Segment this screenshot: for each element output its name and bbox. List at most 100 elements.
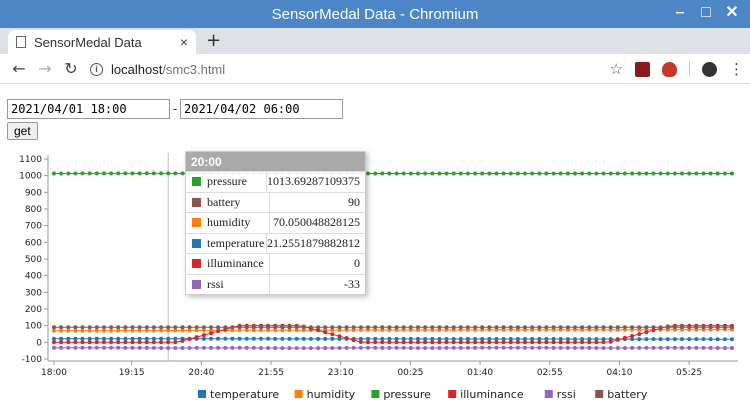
new-tab-button[interactable]: + [206, 30, 221, 51]
data-point [451, 345, 456, 350]
data-point [102, 340, 106, 345]
data-point [608, 325, 613, 330]
x-tick-label: 20:40 [188, 368, 214, 378]
tooltip-swatch [192, 218, 201, 228]
data-point [52, 171, 56, 176]
data-point [330, 325, 335, 330]
get-button[interactable]: get [7, 122, 38, 140]
data-point [102, 171, 106, 176]
reload-icon[interactable]: ↻ [58, 59, 84, 78]
data-point [59, 328, 64, 333]
data-point [316, 346, 321, 351]
data-point [501, 345, 506, 350]
legend-item-rssi[interactable]: rssi [544, 388, 576, 401]
data-point [273, 325, 278, 330]
data-point [194, 325, 199, 330]
data-point [166, 336, 171, 341]
profile-avatar-icon[interactable] [702, 61, 717, 77]
legend-item-pressure[interactable]: pressure [371, 388, 431, 401]
data-point [458, 340, 463, 345]
extension-pdf-icon[interactable] [635, 61, 650, 77]
sensor-line-chart[interactable]: -100010020030040050060070080090010001100… [0, 149, 750, 418]
data-point [494, 340, 499, 345]
url-host: localhost [111, 61, 163, 77]
data-point [166, 325, 171, 330]
legend-label: temperature [210, 388, 279, 401]
data-point [587, 345, 592, 350]
data-point [494, 171, 499, 176]
data-point [587, 325, 592, 330]
bookmark-star-icon[interactable]: ☆ [610, 60, 623, 78]
legend-item-battery[interactable]: battery [595, 388, 648, 401]
data-point [637, 325, 642, 330]
data-point [230, 325, 235, 330]
data-point [287, 346, 292, 351]
back-icon[interactable]: ← [6, 59, 32, 78]
data-point [558, 345, 563, 350]
x-tick-label: 21:55 [258, 368, 284, 378]
extension-ublock-icon[interactable] [662, 61, 677, 77]
data-point [66, 328, 71, 333]
data-point [501, 325, 506, 330]
data-point [608, 346, 613, 350]
legend-item-illuminance[interactable]: illuminance [448, 388, 524, 401]
legend-swatch [294, 390, 303, 398]
data-point [573, 171, 577, 176]
data-point [537, 325, 542, 330]
data-point [144, 345, 149, 350]
data-point [551, 340, 556, 345]
data-point [151, 340, 156, 345]
series-battery [52, 325, 734, 330]
legend-item-temperature[interactable]: temperature [198, 388, 279, 401]
data-point [94, 345, 99, 350]
tab-close-icon[interactable]: × [180, 34, 188, 50]
legend-item-humidity[interactable]: humidity [294, 388, 356, 401]
end-datetime-input[interactable] [180, 99, 343, 119]
address-bar[interactable]: i localhost /smc3.html [90, 58, 630, 80]
data-point [608, 339, 613, 344]
data-point [337, 334, 342, 339]
close-window-icon[interactable]: ✕ [722, 3, 742, 23]
data-point [687, 345, 692, 350]
data-point [587, 171, 592, 176]
x-tick-label: 18:00 [41, 368, 67, 378]
data-point [59, 325, 64, 330]
data-point [373, 336, 378, 341]
data-point [473, 171, 478, 176]
data-point [416, 325, 420, 330]
data-point [358, 345, 363, 350]
data-point [580, 325, 585, 330]
data-point [251, 336, 256, 341]
maximize-icon[interactable]: □ [696, 3, 716, 23]
data-point [87, 336, 92, 341]
forward-icon[interactable]: → [32, 59, 58, 78]
y-tick-label: 700 [25, 222, 42, 232]
data-point [266, 325, 271, 330]
data-point [551, 171, 556, 176]
data-point [465, 340, 470, 345]
data-point [451, 171, 456, 176]
menu-kebab-icon[interactable]: ⋮ [729, 62, 744, 77]
data-point [665, 337, 670, 342]
data-point [487, 325, 492, 330]
data-point [401, 325, 406, 330]
data-point [209, 336, 213, 341]
data-point [615, 171, 620, 176]
tab-sensormedal-data[interactable]: SensorMedal Data × [8, 30, 196, 54]
data-point [380, 340, 385, 345]
data-point [280, 325, 285, 330]
tooltip-series-name: temperature [207, 235, 265, 250]
data-point [715, 171, 720, 176]
data-point [287, 325, 292, 330]
data-point [573, 325, 577, 330]
site-info-icon[interactable]: i [90, 62, 103, 76]
data-point [166, 346, 171, 350]
minimize-icon[interactable]: – [670, 3, 690, 23]
data-point [316, 325, 321, 330]
start-datetime-input[interactable] [7, 99, 170, 119]
data-point [430, 340, 435, 345]
series-pressure [52, 171, 734, 176]
data-point [59, 336, 64, 341]
data-point [730, 325, 734, 330]
data-point [658, 337, 663, 342]
